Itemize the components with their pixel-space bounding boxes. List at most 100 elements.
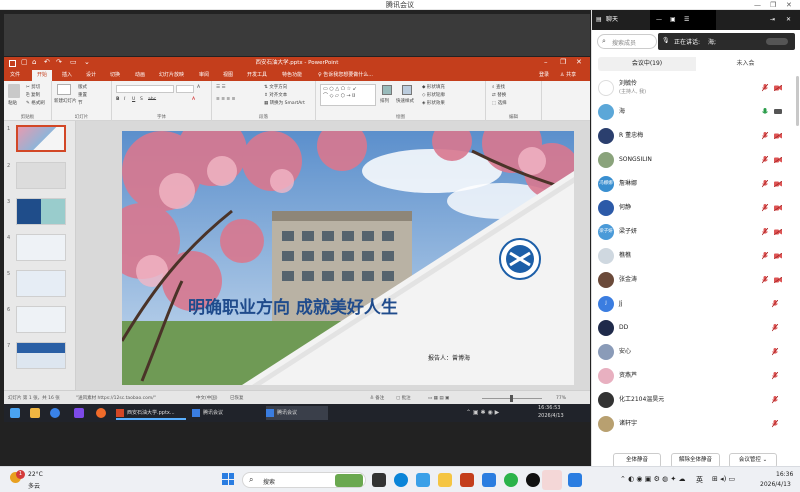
clock-time[interactable]: 16:36 [776,471,793,478]
text-direction-button[interactable]: ⇅ 文字方向 [264,84,287,90]
tab-view[interactable]: 视图 [223,70,233,81]
store-icon[interactable] [482,473,496,487]
member-row[interactable]: 刘毓伶 (主持人, 我) [592,76,800,100]
clock-date[interactable]: 2026/4/13 [760,481,791,488]
camera-off-icon[interactable] [773,252,783,260]
mic-off-icon[interactable] [771,347,779,356]
camera-off-icon[interactable] [773,156,783,164]
tab-home[interactable]: 开始 [32,70,53,81]
chat-icon[interactable]: ▤ [596,10,602,30]
arrange-icon[interactable] [382,85,392,95]
mic-off-icon[interactable] [761,83,769,92]
smartart-button[interactable]: ▦ 转换为 SmartArt [264,100,305,106]
app-icon[interactable] [96,408,106,418]
qq-icon[interactable] [526,473,540,487]
arrange-button[interactable]: 排列 [380,98,389,104]
layout-icon[interactable]: ▣ [670,10,676,30]
reset-button[interactable]: 重置 [78,92,87,98]
list-icon[interactable]: ☰ [684,10,689,30]
edge-icon[interactable] [394,473,408,487]
replace-button[interactable]: ⇄ 替换 [492,92,506,98]
tab-animations[interactable]: 动画 [135,70,145,81]
chat-tab[interactable]: 聊天 [606,10,618,30]
task-view-icon[interactable] [372,473,386,487]
member-row[interactable]: 化工2104温昊元 [592,388,800,412]
select-button[interactable]: ⬚ 选择 [492,100,507,106]
mic-on-icon[interactable] [762,108,768,116]
explorer-icon[interactable] [30,408,40,418]
camera-off-icon[interactable] [773,204,783,212]
find-button[interactable]: ⌕ 查找 [492,84,505,90]
shape-icons[interactable]: ▭ ○ △ ⬠ ☆ ↙ ⌒ ◇ ▱ ⬡ → ⌷ [323,86,357,99]
media-icon[interactable] [504,473,518,487]
slide-thumbnail-4[interactable] [16,234,66,261]
slide-thumbnail-3[interactable] [16,198,66,225]
tab-review[interactable]: 审阅 [199,70,209,81]
font-grow-icon[interactable]: A [197,85,200,90]
camera-off-icon[interactable] [773,132,783,140]
paste-button[interactable]: 粘贴 [8,100,17,106]
mic-off-icon[interactable] [771,371,779,380]
start-icon[interactable] [10,408,20,418]
camera-off-icon[interactable] [773,276,783,284]
new-slide-icon[interactable] [57,84,71,95]
zoom-slider-thumb[interactable] [510,395,513,402]
mic-off-icon[interactable] [771,395,779,404]
screen-share-icon[interactable] [774,109,782,115]
member-row[interactable]: 海 [592,100,800,124]
mic-off-icon[interactable] [771,419,779,428]
system-icons[interactable]: ⊞ ◂) ▭ [712,475,735,483]
member-row[interactable]: 樵樵 [592,244,800,268]
slide-thumbnail-7[interactable] [16,342,66,369]
shape-outline-button[interactable]: ◇ 形状轮廓 [422,92,445,98]
shadow-icon[interactable]: S [140,97,143,102]
file-explorer-icon[interactable] [438,473,452,487]
tab-insert[interactable]: 插入 [62,70,72,81]
align-icons[interactable]: ≡ ≡ ≡ ≡ [216,97,235,102]
mic-off-icon[interactable] [761,131,769,140]
tab-transitions[interactable]: 切换 [110,70,120,81]
tab-file[interactable]: 文件 [10,70,20,81]
login-link[interactable]: 登录 [539,70,549,81]
underline-icon[interactable]: U [132,97,135,102]
ppt-close-icon[interactable]: ✕ [576,58,582,66]
share-button[interactable]: ♙ 共享 [560,70,576,81]
camera-off-icon[interactable] [773,228,783,236]
member-row[interactable]: DD [592,316,800,340]
member-row[interactable]: 诸轩宇 [592,412,800,436]
tab-developer[interactable]: 开发工具 [247,70,267,81]
slide-thumbnail-2[interactable] [16,162,66,189]
taskbar-item-meeting-1[interactable]: 腾讯会议 [192,406,254,420]
member-row[interactable]: 何静 [592,196,800,220]
mic-off-icon[interactable] [771,299,779,308]
tab-design[interactable]: 设计 [86,70,96,81]
member-row[interactable]: R 董忠梅 [592,124,800,148]
section-button[interactable]: 节 [78,100,83,106]
mic-off-icon[interactable] [761,251,769,260]
new-slide-button[interactable]: 新建幻灯片 [54,98,77,104]
taskbar-item-ppt[interactable]: 西安石油大学.pptx... [116,406,186,420]
powerpoint-icon[interactable] [460,473,474,487]
cut-button[interactable]: ✂ 剪切 [26,84,40,90]
mic-off-icon[interactable] [761,275,769,284]
member-row[interactable]: 冯娜娜 詹琳娜 [592,172,800,196]
tab-not-joined[interactable]: 未入会 [696,57,795,71]
mic-off-icon[interactable] [761,155,769,164]
ai-app-icon[interactable] [74,408,84,418]
member-row[interactable]: J Jj [592,292,800,316]
quick-styles-button[interactable]: 快速样式 [396,98,414,104]
copy-button[interactable]: ⎘ 复制 [26,92,40,98]
font-color-icon[interactable]: A [192,97,195,102]
tray-icons[interactable]: ⌃ ▣ ✱ ◉ ▶ [466,409,499,416]
minimize-icon[interactable]: — [754,0,761,10]
app-icon[interactable] [416,473,430,487]
tab-features[interactable]: 特色功能 [282,70,302,81]
member-row[interactable]: 张金涛 [592,268,800,292]
tencent-meeting-icon[interactable] [568,473,582,487]
tray-icons[interactable]: ⌃ ◐ ◉ ▣ ⚙ ◍ ✦ ☁ [620,475,686,483]
taskbar-search[interactable]: ⌕ 搜索 [242,472,366,488]
align-text-button[interactable]: ⇕ 对齐文本 [264,92,287,98]
format-painter-button[interactable]: ✎ 格式刷 [26,100,45,106]
ppt-minimize-icon[interactable]: – [544,58,548,66]
close-icon[interactable]: ✕ [786,0,792,10]
